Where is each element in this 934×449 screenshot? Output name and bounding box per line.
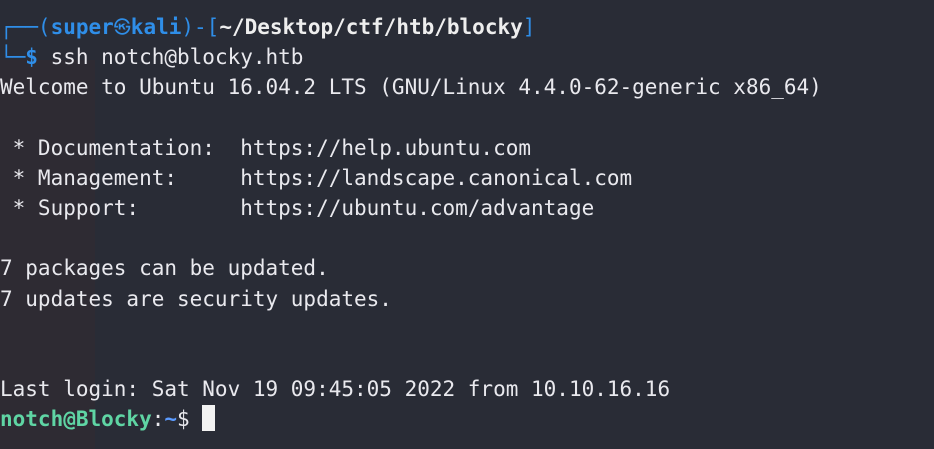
link-management: * Management: https://landscape.canonica… [0,165,633,190]
prompt-host: kali [130,15,182,39]
prompt-line-2: └─$ ssh notch@blocky.htb [0,45,304,69]
remote-user-host: notch@Blocky [0,407,152,432]
link-support: * Support: https://ubuntu.com/advantage [0,195,595,220]
screen: ┌──(super㉿kali)-[~/Desktop/ctf/htb/block… [0,0,934,449]
documentation-url[interactable]: https://help.ubuntu.com [240,136,531,160]
welcome-line: Welcome to Ubuntu 16.04.2 LTS (GNU/Linux… [0,75,822,100]
remote-separator: : [151,407,165,432]
terminal-window[interactable]: ┌──(super㉿kali)-[~/Desktop/ctf/htb/block… [0,0,934,449]
remote-symbol: $ [177,407,203,432]
prompt-user: super [50,15,114,39]
text-cursor[interactable] [202,405,216,432]
updates-line-1: 7 packages can be updated. [0,256,329,281]
management-url[interactable]: https://landscape.canonical.com [240,166,632,190]
support-url[interactable]: https://ubuntu.com/advantage [240,196,594,220]
updates-line-2: 7 updates are security updates. [0,286,392,311]
remote-path: ~ [164,407,178,432]
last-login-line: Last login: Sat Nov 19 09:45:05 2022 fro… [0,377,671,402]
prompt-line-1: ┌──(super㉿kali)-[~/Desktop/ctf/htb/block… [0,12,934,42]
prompt-cwd: ~/Desktop/ctf/htb/blocky [219,15,523,39]
command-text: ssh notch@blocky.htb [50,45,304,69]
kali-skull-icon: ㉿ [113,18,131,38]
remote-prompt-line[interactable]: notch@Blocky:~$ [0,404,934,434]
prompt-dollar: $ [25,45,51,69]
link-documentation: * Documentation: https://help.ubuntu.com [0,135,532,160]
